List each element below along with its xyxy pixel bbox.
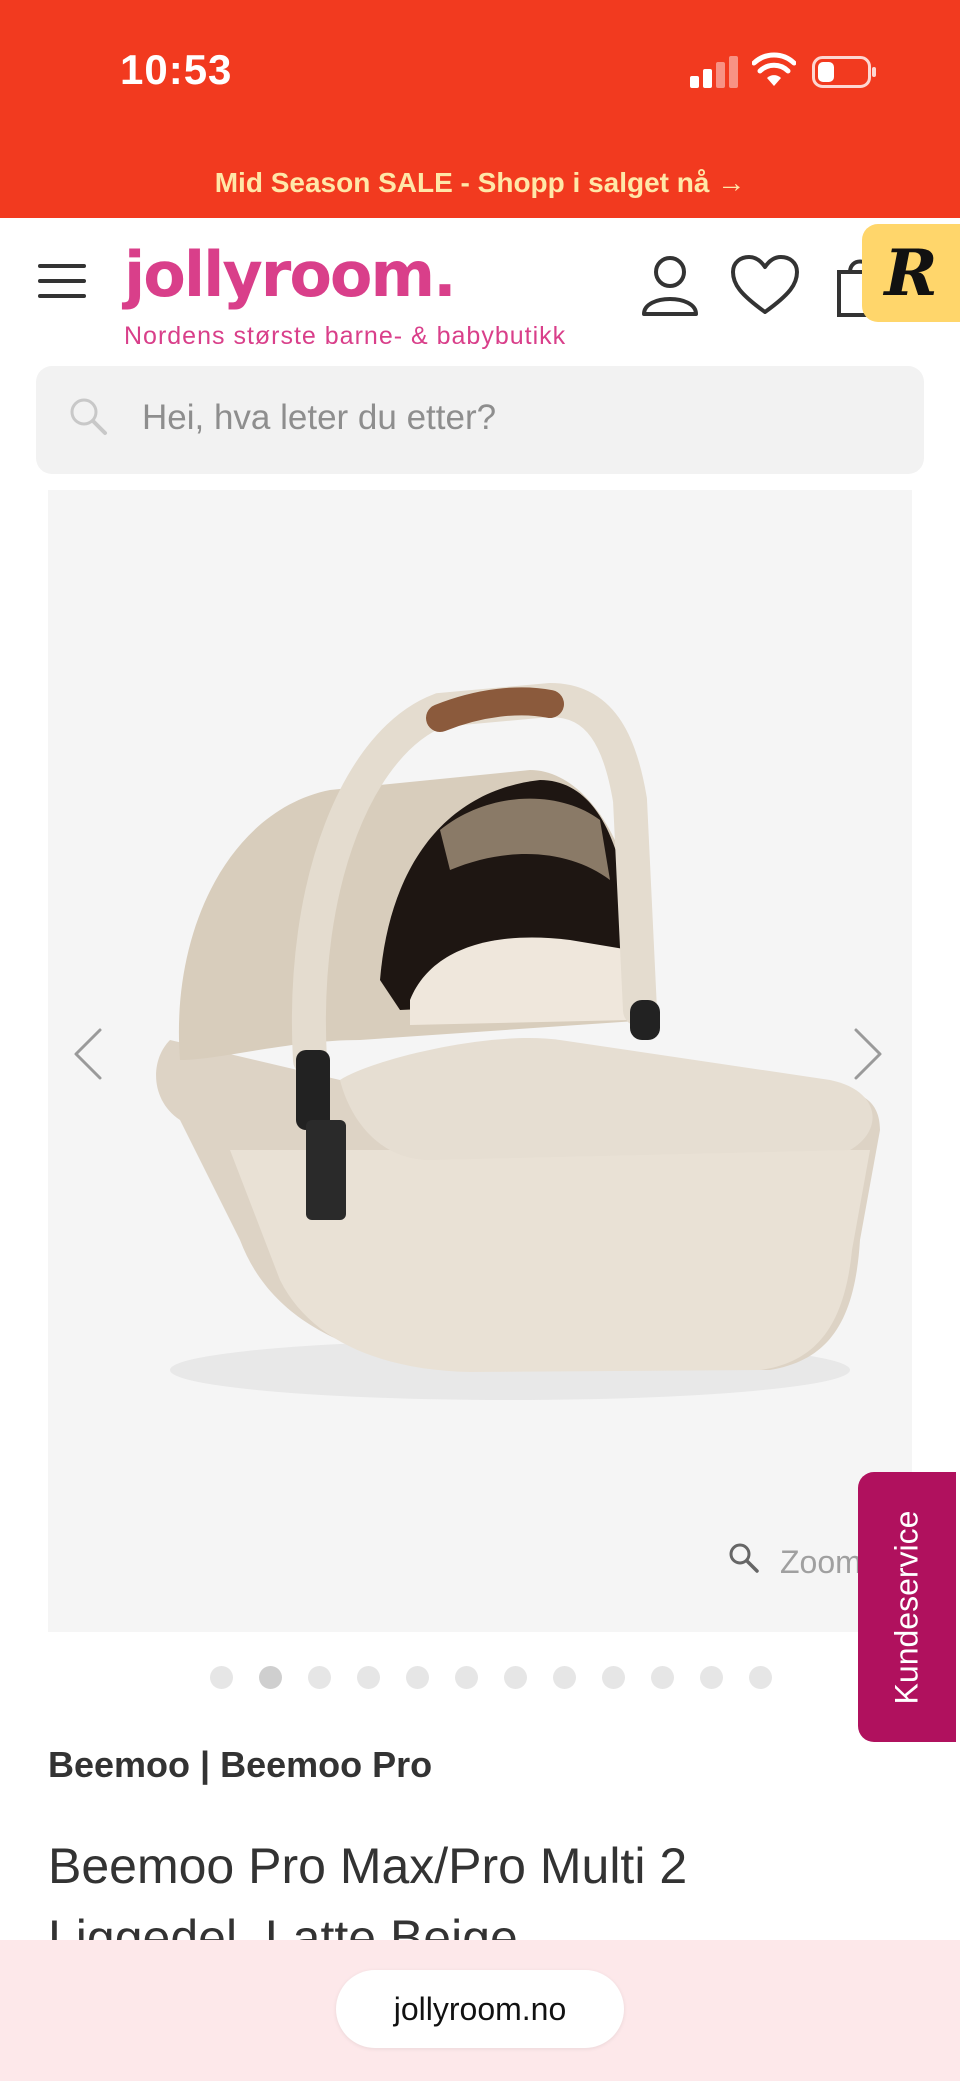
slide-dot[interactable] xyxy=(210,1666,233,1689)
slide-dot[interactable] xyxy=(357,1666,380,1689)
chevron-left-icon[interactable] xyxy=(72,1026,104,1082)
slide-dot[interactable] xyxy=(651,1666,674,1689)
gallery-pagination xyxy=(210,1666,772,1690)
slide-dot[interactable] xyxy=(602,1666,625,1689)
search-icon xyxy=(70,398,107,435)
browser-url-pill[interactable]: jollyroom.no xyxy=(336,1970,624,2048)
product-brand[interactable]: Beemoo | Beemoo Pro xyxy=(48,1744,432,1786)
r-badge[interactable]: R xyxy=(862,224,960,322)
promo-banner[interactable]: Mid Season SALE - Shopp i salget nå → xyxy=(0,148,960,218)
slide-dot[interactable] xyxy=(700,1666,723,1689)
status-bar: 10:53 xyxy=(0,0,960,148)
chevron-right-icon[interactable] xyxy=(852,1026,884,1082)
wifi-icon xyxy=(752,52,796,86)
customer-service-label: Kundeservice xyxy=(888,1510,925,1704)
slide-dot[interactable] xyxy=(406,1666,429,1689)
slide-dot[interactable] xyxy=(749,1666,772,1689)
zoom-button[interactable]: Zoom xyxy=(780,1544,862,1581)
site-tagline: Nordens største barne- & babybutikk xyxy=(124,322,567,350)
slide-dot[interactable] xyxy=(504,1666,527,1689)
search-input[interactable]: Hei, hva leter du etter? xyxy=(142,398,496,438)
slide-dot[interactable] xyxy=(455,1666,478,1689)
slide-dot[interactable] xyxy=(553,1666,576,1689)
slide-dot-active[interactable] xyxy=(259,1666,282,1689)
customer-service-tab[interactable]: Kundeservice xyxy=(858,1472,956,1742)
slide-dot[interactable] xyxy=(308,1666,331,1689)
hamburger-menu-icon[interactable] xyxy=(38,264,86,298)
cellular-signal-icon xyxy=(690,56,738,88)
site-logo[interactable]: jollyroom. xyxy=(124,238,457,311)
magnifier-icon[interactable] xyxy=(728,1542,760,1574)
heart-icon[interactable] xyxy=(730,254,800,316)
user-icon[interactable] xyxy=(640,254,700,316)
status-time: 10:53 xyxy=(120,46,233,93)
product-image[interactable] xyxy=(110,680,890,1440)
battery-icon xyxy=(812,56,876,88)
